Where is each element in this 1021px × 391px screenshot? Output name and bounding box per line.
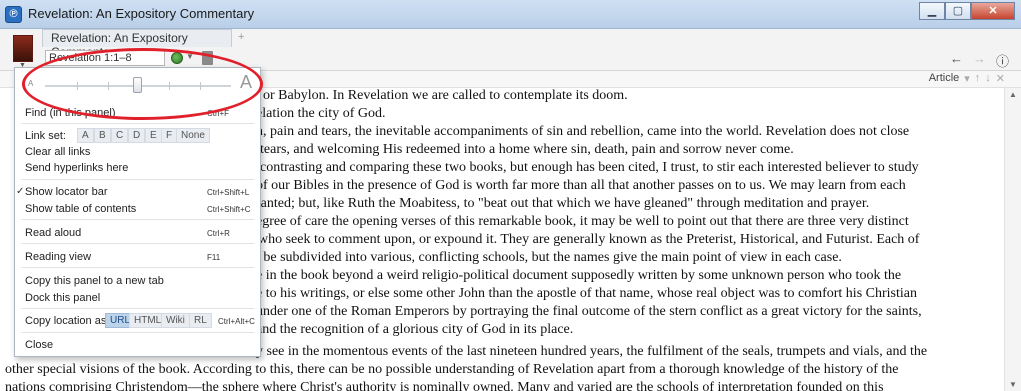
link-set-b[interactable]: B: [94, 128, 111, 143]
panel-menu: A A Find (in this panel) Ctrl+F Link set…: [14, 67, 261, 357]
app-logo-icon: ℗: [5, 6, 22, 23]
text-line: tears, and welcoming His redeemed into a…: [260, 142, 794, 157]
slider-tick: [108, 82, 109, 90]
checkmark-icon: ✓: [16, 186, 25, 197]
link-set-a[interactable]: A: [77, 128, 94, 143]
back-arrow-icon[interactable]: ←: [950, 51, 963, 70]
scroll-up-icon[interactable]: ▲: [1009, 90, 1017, 99]
text-line: under one of the Roman Emperors by portr…: [256, 304, 922, 319]
article-down-icon[interactable]: ↓: [985, 72, 991, 85]
tab-revelation-commentary[interactable]: Revelation: An Expository Commentary: [42, 29, 232, 59]
article-dropdown[interactable]: Article: [929, 72, 960, 85]
slider-tick: [200, 82, 201, 90]
article-caret-icon[interactable]: ▾: [964, 72, 970, 85]
text-line: of our Bibles in the presence of God is …: [256, 178, 906, 193]
menu-find[interactable]: Find (in this panel): [25, 107, 116, 119]
text-line: who seek to comment upon, or expound it.…: [258, 232, 920, 247]
link-set-none[interactable]: None: [176, 128, 210, 143]
locator-shortcut: Ctrl+Shift+L: [207, 188, 250, 197]
window-title: Revelation: An Expository Commentary: [28, 6, 255, 21]
link-set-f[interactable]: F: [161, 128, 178, 143]
copy-location-wiki[interactable]: Wiki: [161, 313, 190, 328]
scroll-down-icon[interactable]: ▼: [1009, 380, 1017, 389]
menu-separator: [21, 308, 254, 309]
article-close-icon[interactable]: ✕: [996, 72, 1005, 85]
library-book-icon[interactable]: [202, 51, 213, 65]
font-size-small-label: A: [28, 79, 34, 88]
text-line: other special visions of the book. Accor…: [5, 362, 899, 377]
info-icon[interactable]: ⓘ: [996, 51, 1009, 70]
menu-clear-links[interactable]: Clear all links: [25, 146, 90, 158]
menu-dock-panel[interactable]: Dock this panel: [25, 292, 100, 304]
text-line: e to his writings, or else some other Jo…: [256, 286, 917, 301]
window-titlebar: ℗ Revelation: An Expository Commentary ▁…: [0, 0, 1021, 29]
toc-shortcut: Ctrl+Shift+C: [207, 205, 251, 214]
slider-tick: [77, 82, 78, 90]
text-line: y see in the momentous events of the las…: [256, 344, 928, 359]
menu-separator: [21, 243, 254, 244]
minimize-button[interactable]: ▁: [919, 2, 945, 20]
text-line: and the recognition of a glorious city o…: [256, 322, 574, 337]
menu-separator: [21, 179, 254, 180]
reference-input[interactable]: [45, 50, 165, 66]
slider-tick: [169, 82, 170, 90]
menu-reading-view[interactable]: Reading view: [25, 251, 91, 263]
menu-separator: [21, 267, 254, 268]
copy-location-rl[interactable]: RL: [189, 313, 212, 328]
link-set-label: Link set:: [25, 130, 66, 142]
menu-close[interactable]: Close: [25, 339, 53, 351]
text-line: egree of care the opening verses of this…: [256, 214, 909, 229]
parallel-resources-icon[interactable]: [171, 52, 183, 64]
window-controls: ▁ ▢ ✕: [919, 2, 1015, 20]
text-line: contrasting and comparing these two book…: [260, 160, 919, 175]
forward-arrow-icon[interactable]: →: [973, 51, 986, 70]
copy-location-label: Copy location as:: [25, 315, 110, 327]
navigation-buttons: ← → ⓘ: [950, 51, 1009, 70]
close-window-button[interactable]: ✕: [971, 2, 1015, 20]
maximize-button[interactable]: ▢: [945, 2, 971, 20]
menu-read-aloud[interactable]: Read aloud: [25, 227, 81, 239]
reading-view-shortcut: F11: [207, 253, 221, 262]
menu-separator: [21, 123, 254, 124]
resource-cover-icon[interactable]: [13, 35, 33, 62]
text-line: nations comprising Christendom—the spher…: [5, 380, 884, 391]
menu-separator: [21, 219, 254, 220]
link-set-e[interactable]: E: [145, 128, 162, 143]
menu-copy-panel[interactable]: Copy this panel to a new tab: [25, 275, 164, 287]
text-line: , or Babylon. In Revelation we are calle…: [256, 88, 628, 103]
menu-show-toc[interactable]: Show table of contents: [25, 203, 136, 215]
text-line: e in the book beyond a weird religio-pol…: [256, 268, 902, 283]
add-tab-button[interactable]: +: [238, 31, 244, 43]
read-aloud-shortcut: Ctrl+R: [207, 229, 230, 238]
link-set-d[interactable]: D: [128, 128, 146, 143]
link-set-c[interactable]: C: [111, 128, 129, 143]
font-size-slider-thumb[interactable]: [133, 77, 142, 93]
menu-send-hyperlinks[interactable]: Send hyperlinks here: [25, 162, 128, 174]
menu-separator: [21, 332, 254, 333]
vertical-scrollbar[interactable]: ▲ ▼: [1004, 88, 1021, 391]
font-size-large-label: A: [240, 72, 253, 92]
menu-show-locator-bar[interactable]: Show locator bar: [25, 186, 108, 198]
text-line: t be subdivided into various, conflictin…: [256, 250, 842, 265]
text-line: ranted; but, like Ruth the Moabitess, to…: [256, 196, 870, 211]
article-up-icon[interactable]: ↑: [975, 72, 981, 85]
find-shortcut: Ctrl+F: [207, 109, 229, 118]
copy-location-shortcut: Ctrl+Alt+C: [218, 317, 255, 326]
text-line: n, pain and tears, the inevitable accomp…: [256, 124, 910, 139]
text-line: elation the city of God.: [256, 106, 386, 121]
parallel-dropdown-icon[interactable]: ▼: [186, 52, 194, 61]
